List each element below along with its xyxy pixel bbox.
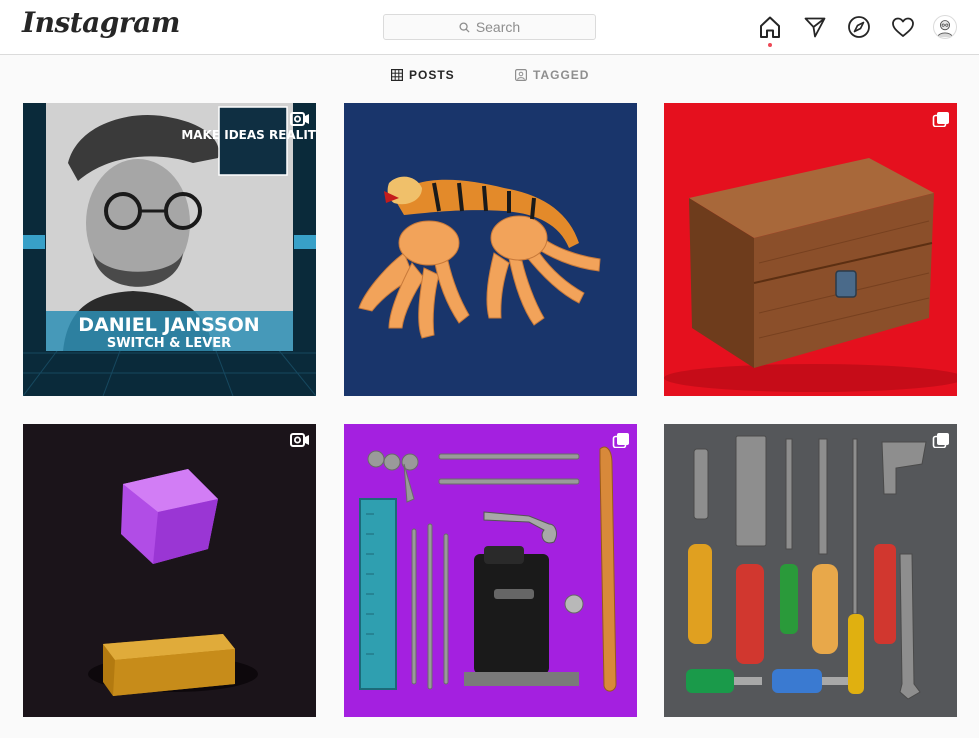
search-placeholder: Search: [475, 19, 521, 35]
tab-tagged[interactable]: TAGGED: [515, 68, 589, 82]
profile-tabs: POSTS TAGGED: [0, 62, 979, 92]
carousel-icon: [612, 433, 629, 448]
post-image: [664, 424, 957, 717]
post-image: [344, 103, 637, 396]
explore-icon[interactable]: [846, 14, 872, 40]
post-image: [23, 424, 316, 717]
top-navigation-bar: Instagram Search: [0, 0, 979, 55]
igtv-badge: [290, 111, 310, 127]
carousel-icon: [932, 433, 949, 448]
tab-posts-label: POSTS: [409, 68, 455, 82]
poster-name: DANIEL JANSSON: [78, 314, 259, 336]
post-image: MAKE IDEAS REALITY DANIEL JANSSON SWITCH…: [23, 103, 316, 396]
poster-subtitle: SWITCH & LEVER: [107, 336, 231, 351]
notification-dot: [768, 43, 772, 47]
tagged-icon: [515, 69, 527, 81]
tab-tagged-label: TAGGED: [533, 68, 590, 82]
igtv-badge: [290, 432, 310, 448]
home-icon[interactable]: [757, 14, 783, 40]
igtv-icon: [290, 433, 309, 447]
carousel-icon: [932, 112, 949, 127]
post-thumbnail[interactable]: [344, 424, 637, 717]
direct-icon[interactable]: [802, 14, 828, 40]
carousel-badge: [611, 432, 631, 448]
post-thumbnail[interactable]: [664, 103, 957, 396]
carousel-badge: [931, 432, 951, 448]
tab-posts[interactable]: POSTS: [391, 68, 455, 82]
post-image: [344, 424, 637, 717]
poster-title: MAKE IDEAS REALITY: [181, 128, 316, 142]
carousel-badge: [931, 111, 951, 127]
post-thumbnail[interactable]: [23, 424, 316, 717]
igtv-icon: [290, 112, 309, 126]
post-image: [664, 103, 957, 396]
search-input[interactable]: Search: [383, 14, 596, 40]
post-thumbnail[interactable]: MAKE IDEAS REALITY DANIEL JANSSON SWITCH…: [23, 103, 316, 396]
activity-heart-icon[interactable]: [890, 14, 916, 40]
profile-avatar[interactable]: [933, 15, 957, 39]
grid-icon: [391, 69, 403, 81]
search-icon: [459, 21, 470, 33]
instagram-logo[interactable]: Instagram: [22, 6, 180, 39]
post-thumbnail[interactable]: [664, 424, 957, 717]
post-thumbnail[interactable]: [344, 103, 637, 396]
